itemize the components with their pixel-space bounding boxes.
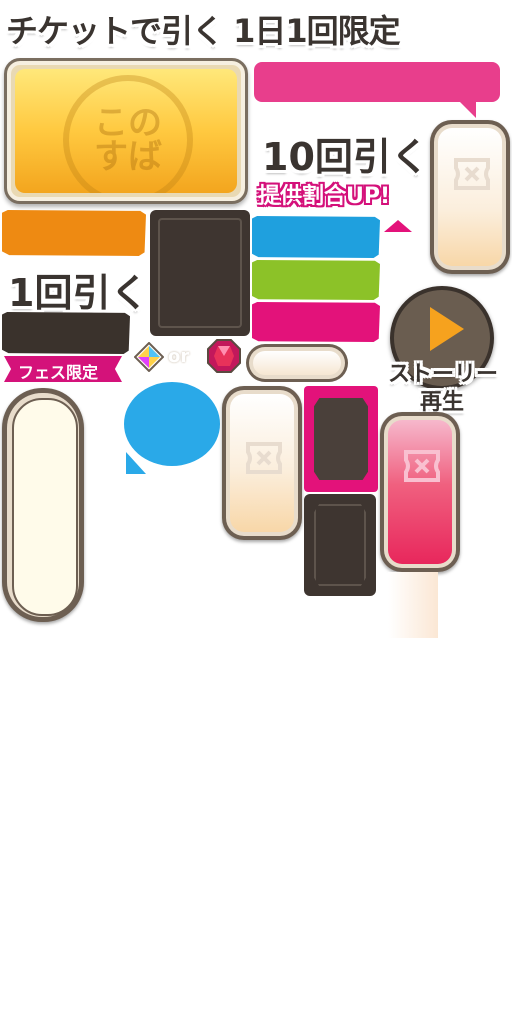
- fes-limited-label: フェス限定: [18, 363, 99, 382]
- rate-up-label: 提供割合UP!: [258, 184, 391, 209]
- pink-speech-tail-icon: [458, 100, 476, 118]
- ticket-slot-capsule: [430, 120, 510, 274]
- pink-arrow-icon: [384, 220, 412, 232]
- ticket-logo-icon: [246, 442, 282, 474]
- magenta-card-frame: [304, 386, 378, 492]
- draw-1-label: 1回引く: [8, 271, 149, 315]
- small-pill-frame: [246, 344, 348, 382]
- speech-bubble-icon: [124, 382, 220, 474]
- magenta-bar: [252, 302, 380, 342]
- green-bar: [252, 260, 380, 300]
- or-label: or: [168, 346, 190, 367]
- blue-bar: [252, 216, 380, 258]
- play-icon: [430, 307, 464, 351]
- dark-card-small: [304, 494, 376, 596]
- pink-card-capsule: [380, 412, 460, 572]
- dark-bar: [2, 312, 130, 354]
- orange-bar: [2, 210, 146, 256]
- ticket-logo-icon: [404, 450, 440, 482]
- tall-cream-capsule: [2, 388, 84, 622]
- cream-card-capsule: [222, 386, 302, 540]
- ticket-logo-icon: [454, 158, 490, 190]
- dark-card-frame: [150, 210, 250, 336]
- red-gem-icon: [207, 339, 241, 373]
- draw-10-label: 10回引く: [262, 135, 429, 179]
- seal-logo-icon: このすば: [63, 75, 193, 193]
- ticket-daily-title: チケットで引く 1日1回限定: [6, 12, 401, 50]
- pink-speech-banner: [254, 62, 500, 102]
- diamond-gem-icon: [134, 342, 164, 372]
- faint-gradient-strip: [388, 572, 438, 638]
- gold-gacha-banner[interactable]: このすば: [4, 58, 248, 204]
